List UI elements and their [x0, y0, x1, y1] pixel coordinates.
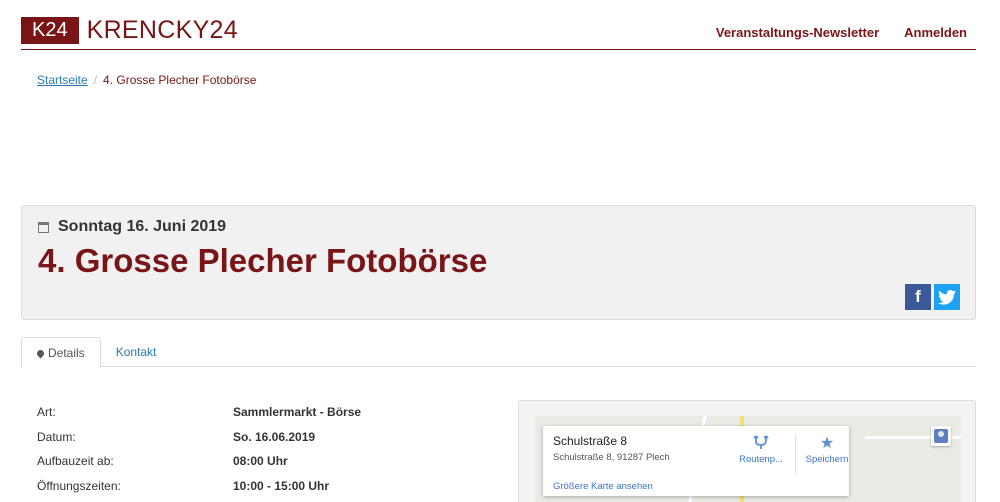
embedded-map[interactable]: Schulstraße 8 Schulstraße 8, 91287 Plech…	[535, 416, 961, 502]
logo-text: KRENCKY24	[86, 16, 238, 44]
detail-value: So. 16.06.2019	[233, 429, 316, 444]
detail-label: Art:	[37, 405, 56, 420]
detail-label: Öffnungszeiten:	[37, 478, 121, 493]
detail-value: 10:00 - 15:00 Uhr	[233, 478, 330, 493]
newsletter-link[interactable]: Veranstaltungs-Newsletter	[716, 25, 879, 40]
event-tabs: Details Kontakt	[21, 337, 976, 368]
login-link[interactable]: Anmelden	[904, 25, 967, 40]
site-header: K24 KRENCKY24 Veranstaltungs-Newsletter …	[21, 15, 976, 50]
detail-row: Aufbauzeit ab: 08:00 Uhr	[37, 449, 477, 474]
detail-row: Art: Sammlermarkt - Börse	[37, 400, 477, 425]
tab-kontakt-label: Kontakt	[115, 345, 157, 359]
event-title: 4. Grosse Plecher Fotobörse	[38, 242, 488, 279]
save-button[interactable]: ★ Speichern	[797, 434, 857, 465]
breadcrumb-separator: /	[93, 73, 98, 87]
event-date: Sonntag 16. Juni 2019	[38, 218, 226, 236]
map-card-divider	[795, 434, 796, 474]
site-logo[interactable]: K24 KRENCKY24	[21, 17, 238, 44]
directions-icon	[731, 434, 791, 454]
detail-row: Öffnungszeiten: 10:00 - 15:00 Uhr	[37, 474, 477, 499]
twitter-icon[interactable]	[934, 284, 960, 310]
street-view-pegman-icon[interactable]	[931, 426, 951, 446]
top-nav: Veranstaltungs-Newsletter Anmelden	[716, 25, 967, 40]
calendar-icon	[38, 221, 49, 233]
breadcrumb: Startseite / 4. Grosse Plecher Fotobörse	[37, 73, 256, 87]
save-label: Speichern	[805, 454, 849, 465]
tab-kontakt[interactable]: Kontakt	[101, 337, 172, 367]
detail-row: Datum: So. 16.06.2019	[37, 425, 477, 450]
map-address: Schulstraße 8, 91287 Plech	[553, 452, 670, 463]
event-details: Art: Sammlermarkt - Börse Datum: So. 16.…	[37, 400, 477, 498]
bigger-map-link[interactable]: Größere Karte ansehen	[553, 481, 653, 492]
event-header-panel: Sonntag 16. Juni 2019 4. Grosse Plecher …	[21, 205, 976, 320]
facebook-icon[interactable]: f	[905, 284, 931, 310]
detail-label: Datum:	[37, 429, 76, 444]
detail-value: Sammlermarkt - Börse	[233, 405, 362, 420]
detail-value: 08:00 Uhr	[233, 454, 288, 469]
star-icon: ★	[819, 435, 835, 452]
route-label: Routenp...	[739, 454, 783, 465]
logo-badge: K24	[21, 17, 79, 44]
breadcrumb-current: 4. Grosse Plecher Fotobörse	[103, 73, 257, 87]
route-button[interactable]: Routenp...	[731, 434, 791, 465]
social-share: f	[905, 284, 960, 310]
tab-details-label: Details	[48, 346, 85, 360]
map-street: Schulstraße 8	[553, 434, 628, 448]
breadcrumb-home-link[interactable]: Startseite	[37, 73, 88, 87]
tab-details[interactable]: Details	[21, 337, 101, 368]
map-panel: Schulstraße 8 Schulstraße 8, 91287 Plech…	[518, 400, 976, 502]
map-info-card: Schulstraße 8 Schulstraße 8, 91287 Plech…	[543, 426, 849, 496]
event-date-text: Sonntag 16. Juni 2019	[58, 218, 227, 235]
map-marker-icon	[35, 348, 46, 359]
detail-label: Aufbauzeit ab:	[37, 454, 114, 469]
